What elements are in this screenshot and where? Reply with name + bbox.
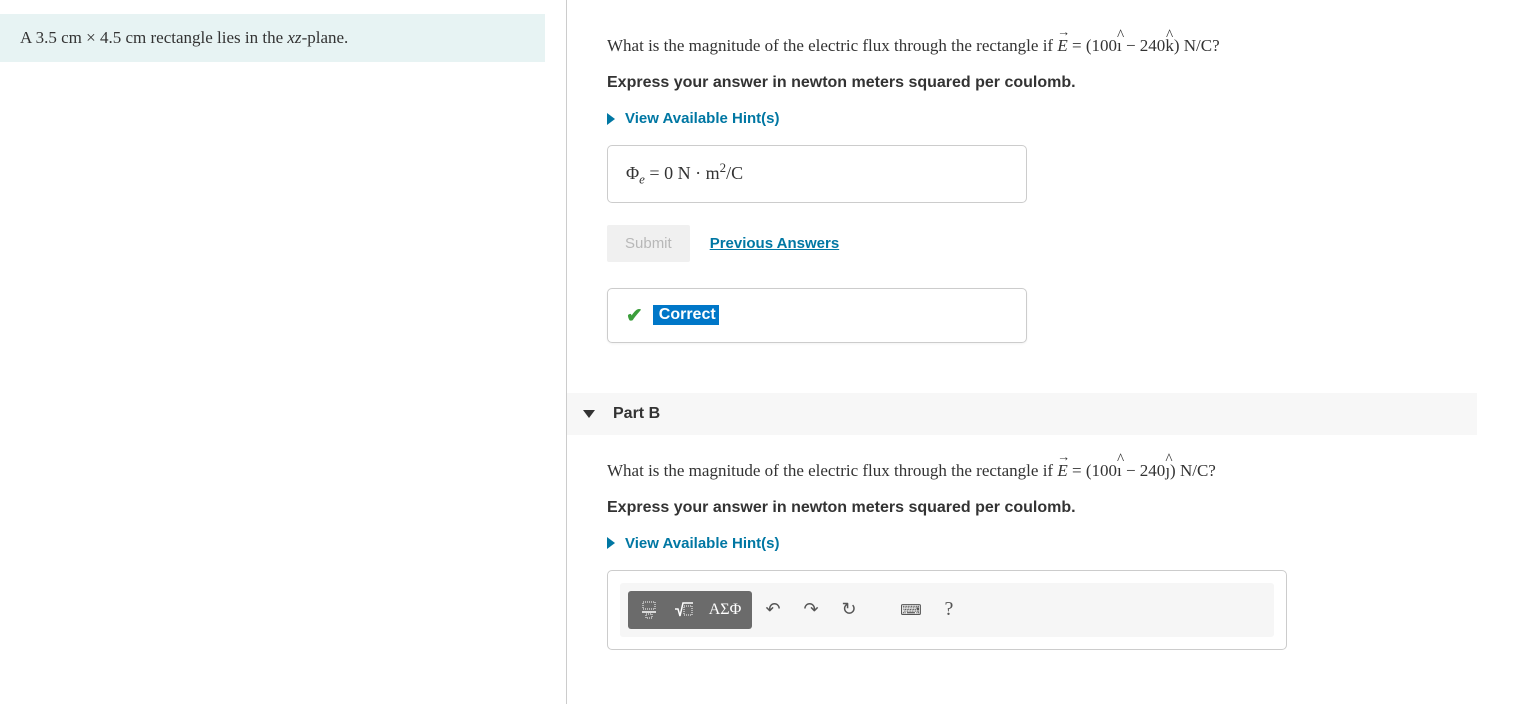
- hints-label: View Available Hint(s): [625, 535, 780, 552]
- dimension-1: 3.5 cm: [36, 28, 82, 47]
- text: ) N/C?: [1170, 461, 1216, 480]
- text: ) N/C?: [1174, 36, 1220, 55]
- unit-k-hat: k: [1165, 36, 1174, 56]
- part-b-header[interactable]: Part B: [567, 393, 1477, 435]
- check-icon: ✔: [626, 303, 643, 328]
- text: A: [20, 28, 36, 47]
- text: − 240: [1122, 461, 1166, 480]
- unit-i-hat: ı: [1117, 461, 1122, 481]
- keyboard-button[interactable]: ⌨: [894, 595, 928, 625]
- greek-button[interactable]: ΑΣΦ: [702, 595, 748, 625]
- text: What is the magnitude of the electric fl…: [607, 36, 1057, 55]
- template-group: ΑΣΦ: [628, 591, 752, 629]
- problem-context: A 3.5 cm × 4.5 cm rectangle lies in the …: [0, 14, 545, 62]
- unit-i-hat: ı: [1117, 36, 1122, 56]
- text: = (100: [1068, 461, 1117, 480]
- question-b-text: What is the magnitude of the electric fl…: [607, 461, 1517, 481]
- part-a: What is the magnitude of the electric fl…: [607, 0, 1517, 343]
- fraction-button[interactable]: [632, 595, 666, 625]
- unit: N · m: [673, 163, 720, 183]
- question-a-text: What is the magnitude of the electric fl…: [607, 36, 1517, 56]
- text: ×: [82, 28, 100, 47]
- text: -plane.: [302, 28, 349, 47]
- vector-E: E: [1057, 461, 1067, 480]
- chevron-down-icon: [583, 410, 595, 418]
- unit: /C: [726, 163, 743, 183]
- part-b: What is the magnitude of the electric fl…: [607, 435, 1517, 650]
- text: rectangle lies in the: [146, 28, 287, 47]
- vector-E: E: [1057, 36, 1067, 55]
- answer-value: 0: [664, 163, 673, 183]
- help-button[interactable]: ?: [932, 595, 966, 625]
- answer-display-a: Φe = 0 N · m2/C: [607, 145, 1027, 203]
- phi-symbol: Φ: [626, 163, 639, 183]
- part-b-title: Part B: [613, 405, 660, 423]
- chevron-right-icon: [607, 537, 615, 549]
- button-row-a: Submit Previous Answers: [607, 225, 1517, 262]
- undo-button[interactable]: ↶: [756, 595, 790, 625]
- text: =: [645, 163, 664, 183]
- root-button[interactable]: [667, 595, 701, 625]
- plane-var: xz: [287, 28, 301, 47]
- redo-button[interactable]: ↷: [794, 595, 828, 625]
- previous-answers-link[interactable]: Previous Answers: [710, 235, 840, 252]
- question-panel: What is the magnitude of the electric fl…: [567, 0, 1517, 704]
- text: What is the magnitude of the electric fl…: [607, 461, 1057, 480]
- text: = (100: [1068, 36, 1117, 55]
- dimension-2: 4.5 cm: [100, 28, 146, 47]
- instruction-b: Express your answer in newton meters squ…: [607, 499, 1517, 517]
- context-panel: A 3.5 cm × 4.5 cm rectangle lies in the …: [0, 0, 567, 704]
- submit-button[interactable]: Submit: [607, 225, 690, 262]
- instruction-a: Express your answer in newton meters squ…: [607, 74, 1517, 92]
- text: − 240: [1122, 36, 1166, 55]
- feedback-box: ✔ Correct: [607, 288, 1027, 343]
- hints-toggle-a[interactable]: View Available Hint(s): [607, 110, 1517, 127]
- correct-label: Correct: [653, 305, 719, 325]
- chevron-right-icon: [607, 113, 615, 125]
- hints-label: View Available Hint(s): [625, 110, 780, 127]
- equation-editor[interactable]: ΑΣΦ ↶ ↷ ↻ ⌨ ?: [607, 570, 1287, 650]
- unit-j-hat: ȷ: [1165, 461, 1170, 481]
- reset-button[interactable]: ↻: [832, 595, 866, 625]
- equation-toolbar: ΑΣΦ ↶ ↷ ↻ ⌨ ?: [620, 583, 1274, 637]
- hints-toggle-b[interactable]: View Available Hint(s): [607, 535, 1517, 552]
